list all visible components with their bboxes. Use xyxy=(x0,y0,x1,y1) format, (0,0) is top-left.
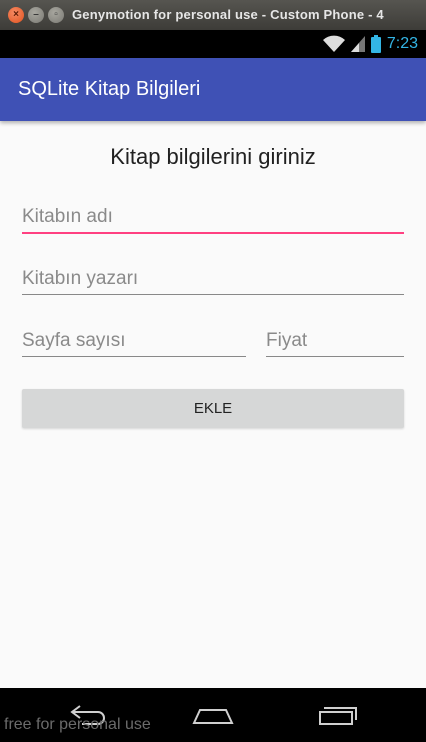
wifi-icon xyxy=(322,35,345,52)
author-input[interactable] xyxy=(22,268,404,295)
window-titlebar: × – ▫ Genymotion for personal use - Cust… xyxy=(0,0,426,30)
status-bar: 7:23 xyxy=(0,30,426,58)
app-bar: SQLite Kitap Bilgileri xyxy=(0,58,426,121)
price-input[interactable] xyxy=(266,330,404,357)
add-button[interactable]: EKLE xyxy=(22,389,404,428)
recents-icon[interactable] xyxy=(318,702,358,726)
home-icon[interactable] xyxy=(192,702,234,726)
battery-icon xyxy=(370,35,381,53)
app-title: SQLite Kitap Bilgileri xyxy=(18,78,201,100)
status-time: 7:23 xyxy=(386,35,418,52)
watermark-text: free for personal use xyxy=(4,716,151,733)
form-heading: Kitap bilgilerini giriniz xyxy=(110,144,316,169)
minimize-icon[interactable]: – xyxy=(28,7,44,23)
close-icon[interactable]: × xyxy=(8,7,24,23)
maximize-icon[interactable]: ▫ xyxy=(48,7,64,23)
signal-icon xyxy=(350,36,365,52)
page-count-input[interactable] xyxy=(22,330,246,357)
book-name-input[interactable] xyxy=(22,206,404,234)
window-title: Genymotion for personal use - Custom Pho… xyxy=(72,7,384,22)
